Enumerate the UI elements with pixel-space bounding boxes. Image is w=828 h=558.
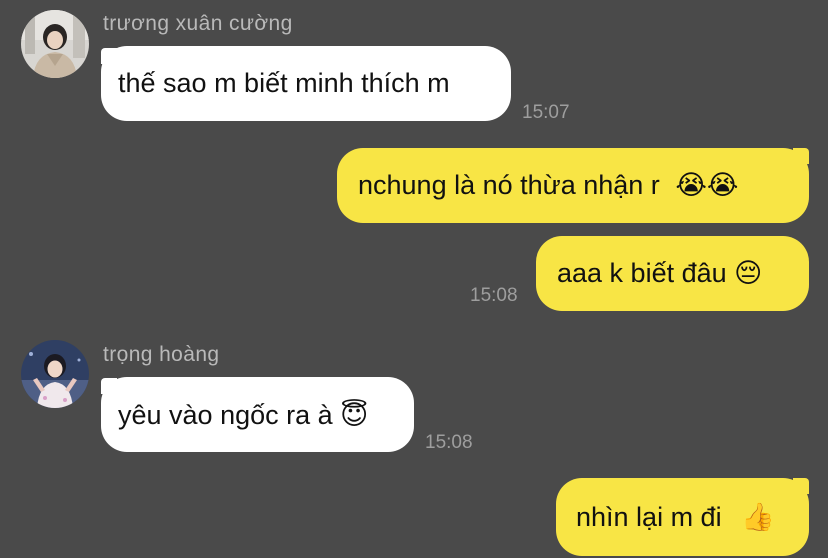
avatar-trong-hoang[interactable] — [21, 340, 89, 408]
message-bubble-incoming[interactable]: thế sao m biết minh thích m — [101, 46, 511, 121]
sender-name: trương xuân cường — [103, 12, 293, 35]
message-time: 15:07 — [522, 102, 570, 123]
pensive-face-icon: 😔 — [734, 258, 763, 289]
message-bubble-outgoing[interactable]: nchung là nó thừa nhận r 😭😭 — [337, 148, 809, 223]
message-time: 15:08 — [425, 432, 473, 453]
message-bubble-incoming[interactable]: yêu vào ngốc ra à 😇 — [101, 377, 414, 452]
thumbs-up-icon: 👍 — [741, 502, 775, 533]
avatar-truong-xuan-cuong[interactable] — [21, 10, 89, 78]
message-time: 15:08 — [470, 285, 518, 306]
message-text: nchung là nó thừa nhận r — [358, 170, 660, 200]
message-text: thế sao m biết minh thích m — [118, 68, 450, 98]
smiling-face-with-halo-icon: 😇 — [340, 400, 369, 431]
message-text: aaa k biết đâu — [557, 258, 727, 288]
sender-name: trọng hoàng — [103, 343, 220, 366]
avatar-photo-icon — [21, 340, 89, 408]
crying-face-icon: 😭😭 — [675, 170, 739, 201]
chat-thread: trương xuân cường thế sao m biết minh th… — [0, 0, 828, 558]
message-bubble-outgoing[interactable]: nhìn lại m đi 👍 — [556, 478, 809, 556]
message-bubble-outgoing[interactable]: aaa k biết đâu 😔 — [536, 236, 809, 311]
message-text: yêu vào ngốc ra à — [118, 400, 333, 430]
avatar-photo-icon — [21, 10, 89, 78]
message-text: nhìn lại m đi — [576, 502, 722, 532]
